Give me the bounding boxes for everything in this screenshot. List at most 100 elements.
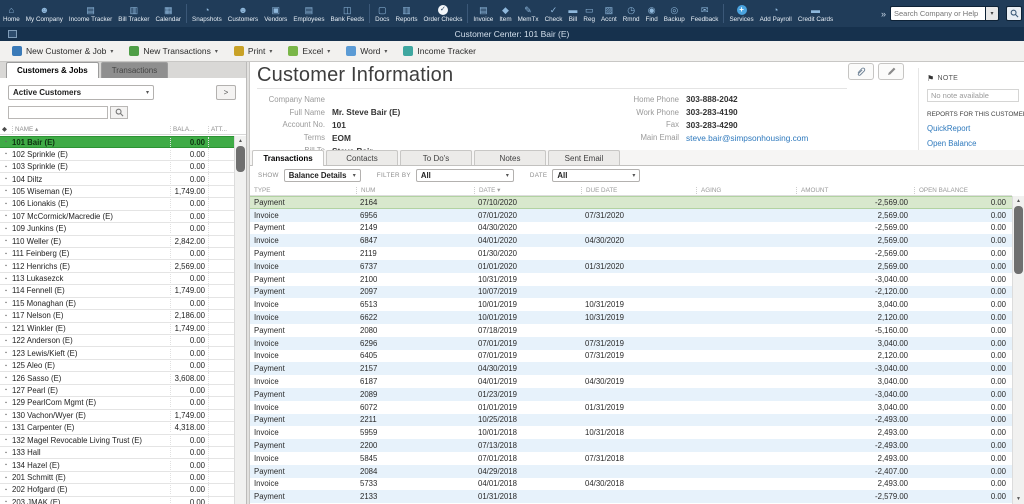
column-header-date[interactable]: DATE ▾: [474, 187, 581, 194]
filter-dropdown-show[interactable]: Balance Details▾: [284, 169, 361, 182]
customer-row[interactable]: ▪130 Vachon/Wyer (E)1,749.00: [0, 410, 234, 422]
toolbar-item-credit-cards[interactable]: ▬Credit Cards: [795, 0, 836, 27]
toolbar-item-memtx[interactable]: ✎MemTx: [515, 0, 542, 27]
tab-transactions[interactable]: Transactions: [101, 62, 169, 78]
column-header-amount[interactable]: AMOUNT: [796, 187, 914, 194]
toolbar-item-bank-feeds[interactable]: ◫Bank Feeds: [327, 0, 367, 27]
customer-search-button[interactable]: [110, 106, 128, 119]
transaction-row[interactable]: Payment216407/10/2020-2,569.000.00: [250, 196, 1012, 209]
attach-file-button[interactable]: [848, 63, 874, 80]
toolbar-item-invoice[interactable]: ▤Invoice: [470, 0, 496, 27]
customer-row[interactable]: ▪129 PearlCom Mgmt (E)0.00: [0, 397, 234, 409]
transaction-row[interactable]: Payment215704/30/2019-3,040.000.00: [250, 362, 1012, 375]
action-excel[interactable]: Excel▾: [288, 46, 330, 56]
action-income-tracker[interactable]: Income Tracker: [403, 46, 476, 56]
note-box[interactable]: No note available: [927, 89, 1019, 102]
column-header-type[interactable]: TYPE: [250, 187, 356, 194]
transaction-row[interactable]: Invoice695607/01/202007/31/20202,569.000…: [250, 209, 1012, 222]
toolbar-item-item[interactable]: ◆Item: [496, 0, 514, 27]
customer-view-dropdown[interactable]: Active Customers ▾: [8, 85, 154, 100]
customer-row[interactable]: ▪109 Junkins (E)0.00: [0, 223, 234, 235]
transaction-row[interactable]: Invoice595910/01/201810/31/20182,493.000…: [250, 426, 1012, 439]
action-word[interactable]: Word▾: [346, 46, 387, 56]
customer-row[interactable]: ▪113 Lukasezck0.00: [0, 273, 234, 285]
toolbar-overflow-chevron[interactable]: »: [881, 9, 886, 19]
toolbar-item-services[interactable]: +Services: [726, 0, 756, 27]
customer-row[interactable]: ▪117 Nelson (E)2,186.00: [0, 310, 234, 322]
transaction-row[interactable]: Payment208901/23/2019-3,040.000.00: [250, 388, 1012, 401]
customer-row[interactable]: ▪203 JMAK (E)0.00: [0, 497, 234, 504]
quickreport-link[interactable]: QuickReport: [927, 124, 1018, 133]
scrollbar-thumb[interactable]: [236, 146, 245, 172]
transactions-table-header[interactable]: TYPENUMDATE ▾DUE DATEAGINGAMOUNTOPEN BAL…: [250, 185, 1012, 196]
tab-sent-email[interactable]: Sent Email: [548, 150, 620, 165]
transaction-row[interactable]: Invoice584507/01/201807/31/20182,493.000…: [250, 452, 1012, 465]
customer-row[interactable]: ▪110 Weller (E)2,842.00: [0, 236, 234, 248]
company-help-search-input[interactable]: [890, 6, 986, 21]
transaction-row[interactable]: Payment221110/25/2018-2,493.000.00: [250, 414, 1012, 427]
customer-list-scrollbar[interactable]: ▲: [234, 136, 246, 504]
transaction-row[interactable]: Invoice629607/01/201907/31/20193,040.000…: [250, 337, 1012, 350]
toolbar-item-find[interactable]: ◉Find: [643, 0, 661, 27]
column-header-aging[interactable]: AGING: [696, 187, 796, 194]
tab-contacts[interactable]: Contacts: [326, 150, 398, 165]
column-header-num[interactable]: NUM: [356, 187, 474, 194]
edit-customer-button[interactable]: [878, 63, 904, 80]
customer-row[interactable]: ▪134 Hazel (E)0.00: [0, 459, 234, 471]
transaction-row[interactable]: Payment209710/07/2019-2,120.000.00: [250, 286, 1012, 299]
transaction-row[interactable]: Invoice640507/01/201907/31/20192,120.000…: [250, 350, 1012, 363]
customer-row[interactable]: ▪114 Fennell (E)1,749.00: [0, 285, 234, 297]
transaction-row[interactable]: Payment214904/30/2020-2,569.000.00: [250, 222, 1012, 235]
tab-customers-jobs[interactable]: Customers & Jobs: [6, 62, 99, 78]
transaction-row[interactable]: Payment211901/30/2020-2,569.000.00: [250, 247, 1012, 260]
hierarchy-column-header[interactable]: ◆: [0, 126, 12, 133]
transaction-row[interactable]: Invoice684704/01/202004/30/20202,569.000…: [250, 234, 1012, 247]
toolbar-item-reports[interactable]: ▥Reports: [392, 0, 420, 27]
column-header-due-date[interactable]: DUE DATE: [581, 187, 696, 194]
transactions-scrollbar[interactable]: ▲ ▼: [1012, 196, 1024, 504]
customer-row[interactable]: ▪125 Aleo (E)0.00: [0, 360, 234, 372]
toolbar-item-calendar[interactable]: ▦Calendar: [152, 0, 184, 27]
customer-row[interactable]: ▪101 Bair (E)0.00: [0, 136, 234, 148]
column-header-open-balance[interactable]: OPEN BALANCE: [914, 187, 1012, 194]
transaction-row[interactable]: Invoice607201/01/201901/31/20193,040.000…: [250, 401, 1012, 414]
transaction-row[interactable]: Invoice618704/01/201904/30/20193,040.000…: [250, 375, 1012, 388]
toolbar-item-reg[interactable]: ▭Reg: [580, 0, 598, 27]
toolbar-item-my-company[interactable]: ☻My Company: [23, 0, 66, 27]
toolbar-item-check[interactable]: ✓Check: [542, 0, 566, 27]
toolbar-item-home[interactable]: ⌂Home: [0, 0, 23, 27]
transaction-row[interactable]: Payment208404/29/2018-2,407.000.00: [250, 465, 1012, 478]
toolbar-item-rmnd[interactable]: ◷Rmnd: [620, 0, 643, 27]
action-print[interactable]: Print▾: [234, 46, 273, 56]
transaction-row[interactable]: Payment220007/13/2018-2,493.000.00: [250, 439, 1012, 452]
toolbar-item-order-checks[interactable]: ✓Order Checks: [421, 0, 466, 27]
customer-row[interactable]: ▪201 Schmitt (E)0.00: [0, 472, 234, 484]
customer-row[interactable]: ▪121 Winkler (E)1,749.00: [0, 323, 234, 335]
tab-notes[interactable]: Notes: [474, 150, 546, 165]
scroll-up-icon[interactable]: ▲: [1013, 196, 1024, 206]
field-value[interactable]: steve.bair@simpsonhousing.com: [686, 133, 808, 143]
customer-row[interactable]: ▪202 Hofgard (E)0.00: [0, 484, 234, 496]
customer-row[interactable]: ▪111 Feinberg (E)0.00: [0, 248, 234, 260]
search-dropdown-arrow-icon[interactable]: ▾: [986, 6, 999, 21]
toolbar-item-bill-tracker[interactable]: ▥Bill Tracker: [115, 0, 152, 27]
toolbar-item-vendors[interactable]: ▣Vendors: [261, 0, 290, 27]
toolbar-item-add-payroll[interactable]: ◔Add Payroll: [757, 0, 795, 27]
filter-dropdown-date[interactable]: All▾: [552, 169, 640, 182]
toolbar-item-income-tracker[interactable]: ▤Income Tracker: [66, 0, 115, 27]
toolbar-item-customers[interactable]: ☻Customers: [225, 0, 261, 27]
transaction-row[interactable]: Invoice673701/01/202001/31/20202,569.000…: [250, 260, 1012, 273]
filter-dropdown-filter-by[interactable]: All▾: [416, 169, 514, 182]
attach-column-header[interactable]: ATT...: [208, 126, 234, 133]
customer-row[interactable]: ▪131 Carpenter (E)4,318.00: [0, 422, 234, 434]
transaction-row[interactable]: Payment210010/31/2019-3,040.000.00: [250, 273, 1012, 286]
scrollbar-thumb[interactable]: [1014, 206, 1023, 274]
customer-row[interactable]: ▪104 Diltz0.00: [0, 173, 234, 185]
toolbar-item-feedback[interactable]: ✉Feedback: [688, 0, 722, 27]
toolbar-item-bill[interactable]: ▬Bill: [565, 0, 580, 27]
balance-column-header[interactable]: BALA...: [170, 126, 208, 133]
customer-row[interactable]: ▪112 Henrichs (E)2,569.00: [0, 260, 234, 272]
customer-row[interactable]: ▪102 Sprinkle (E)0.00: [0, 148, 234, 160]
customer-row[interactable]: ▪103 Sprinkle (E)0.00: [0, 161, 234, 173]
name-column-header[interactable]: NAME ▴: [12, 126, 170, 133]
